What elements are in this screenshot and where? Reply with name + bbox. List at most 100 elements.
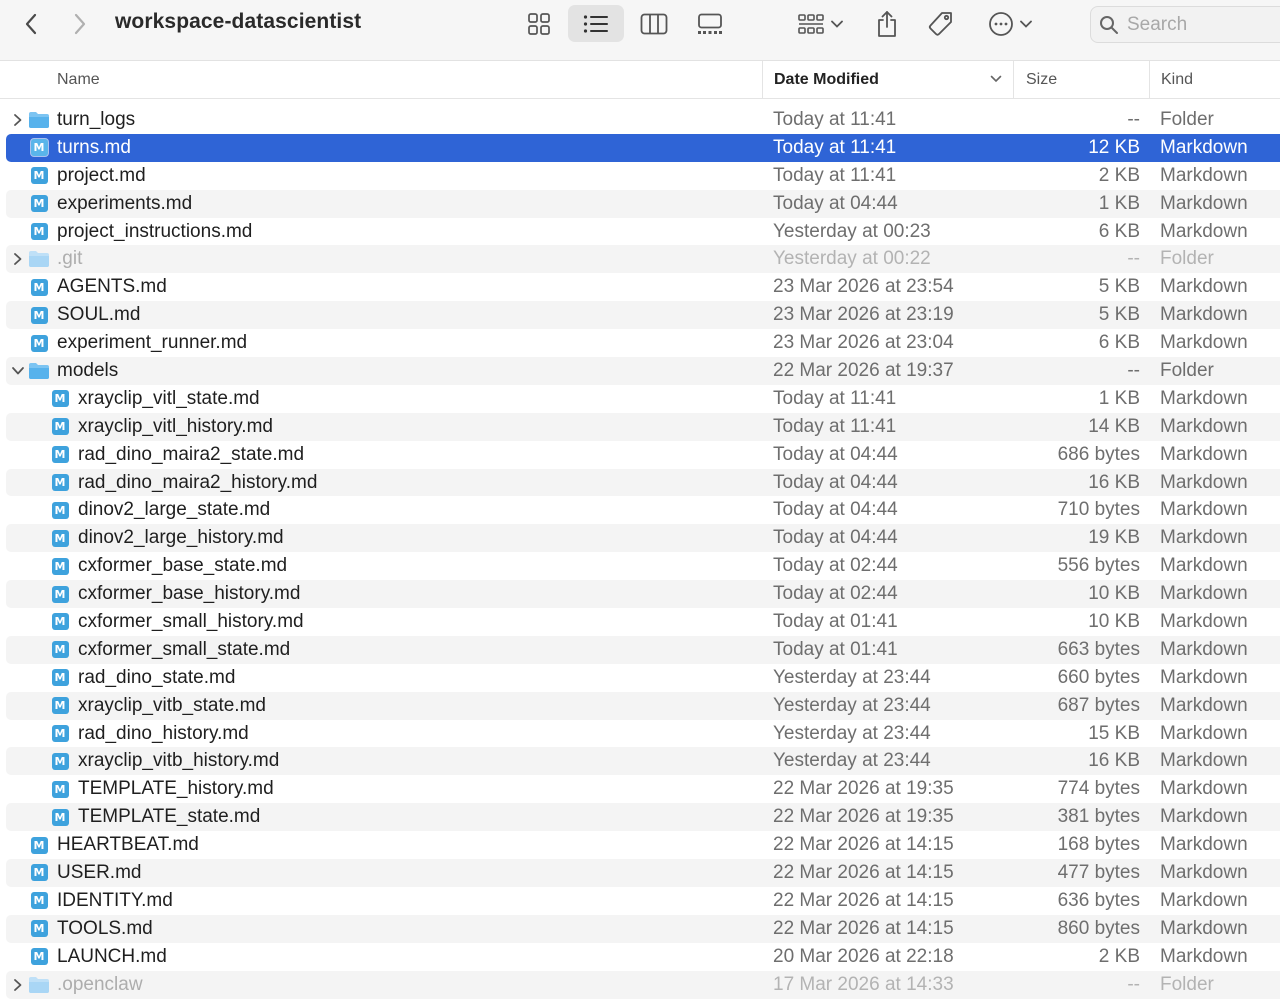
markdown-file-icon: M: [30, 864, 48, 882]
file-row[interactable]: Mcxformer_small_history.md Today at 01:41…: [0, 608, 1280, 636]
file-row[interactable]: Mxrayclip_vitl_state.md Today at 11:41 1 K…: [0, 385, 1280, 413]
file-size: 686 bytes: [1057, 443, 1140, 465]
file-name: AGENTS.md: [57, 276, 167, 298]
disclosure-triangle[interactable]: [10, 245, 26, 273]
search-input[interactable]: [1127, 13, 1267, 36]
folder-row[interactable]: .git Yesterday at 00:22 -- Folder: [0, 245, 1280, 274]
file-name: xrayclip_vitl_history.md: [78, 415, 273, 437]
column-header-size[interactable]: Size: [1013, 61, 1149, 99]
gallery-view-button[interactable]: [690, 5, 730, 42]
forward-button[interactable]: [63, 8, 97, 40]
markdown-file-icon: M: [51, 725, 69, 743]
file-row[interactable]: Mxrayclip_vitb_state.md Yesterday at 23:4…: [0, 691, 1280, 720]
disclosure-chevron-right-icon: [14, 253, 22, 266]
file-row[interactable]: Mrad_dino_maira2_state.md Today at 04:44 6…: [0, 441, 1280, 469]
markdown-file-icon: M: [51, 780, 69, 798]
file-date-modified: 17 Mar 2026 at 14:33: [773, 973, 954, 995]
more-actions-button[interactable]: [982, 5, 1038, 42]
file-row[interactable]: Mxrayclip_vitl_history.md Today at 11:41 1…: [0, 412, 1280, 441]
disclosure-triangle[interactable]: [10, 357, 26, 385]
folder-row[interactable]: turn_logs Today at 11:41 -- Folder: [0, 106, 1280, 134]
file-size: 1 KB: [1098, 192, 1140, 214]
file-row[interactable]: Mxrayclip_vitb_history.md Yesterday at 23…: [0, 747, 1280, 776]
column-view-button[interactable]: [634, 5, 674, 42]
file-row[interactable]: Mrad_dino_maira2_history.md Today at 04:4…: [0, 468, 1280, 497]
column-header-name[interactable]: Name: [57, 61, 100, 99]
file-row[interactable]: M TOOLS.md 22 Mar 2026 at 14:15 860 bytes Ma…: [0, 914, 1280, 943]
folder-row[interactable]: models 22 Mar 2026 at 19:37 -- Folder: [0, 357, 1280, 385]
file-row[interactable]: Mcxformer_base_history.md Today at 02:44 1…: [0, 580, 1280, 608]
file-row[interactable]: Mexperiment_runner.md 23 Mar 2026 at 23:0…: [0, 329, 1280, 357]
file-date-modified: 22 Mar 2026 at 14:15: [773, 861, 954, 883]
icon-view-button[interactable]: [521, 5, 557, 42]
file-row[interactable]: M USER.md 22 Mar 2026 at 14:15 477 bytes Mar…: [0, 859, 1280, 887]
disclosure-triangle[interactable]: [10, 106, 26, 134]
file-row[interactable]: Mrad_dino_state.md Yesterday at 23:44 660 …: [0, 664, 1280, 692]
file-name: cxformer_base_state.md: [78, 555, 288, 577]
column-header-kind[interactable]: Kind: [1149, 61, 1280, 99]
file-row[interactable]: M SOUL.md 23 Mar 2026 at 23:19 5 KB Markdown: [0, 301, 1280, 330]
file-date-modified: Yesterday at 23:44: [773, 694, 931, 716]
file-name: models: [57, 359, 119, 381]
markdown-file-icon-wrap: M: [28, 831, 50, 859]
file-size: 687 bytes: [1057, 694, 1140, 716]
markdown-file-icon: M: [51, 446, 69, 464]
file-row[interactable]: M TEMPLATE_history.md 22 Mar 2026 at 19:35…: [0, 775, 1280, 803]
file-kind: Markdown: [1160, 945, 1248, 967]
markdown-file-icon-wrap: M: [28, 218, 50, 246]
file-row[interactable]: M LAUNCH.md 20 Mar 2026 at 22:18 2 KB Markdo…: [0, 943, 1280, 971]
file-row[interactable]: Mrad_dino_history.md Yesterday at 23:44 15…: [0, 720, 1280, 748]
markdown-file-icon-wrap: M: [49, 664, 71, 692]
markdown-file-icon-wrap: M: [49, 720, 71, 748]
sort-chevron-down-icon[interactable]: [990, 74, 1002, 84]
file-row[interactable]: Mdinov2_large_state.md Today at 04:44 710 …: [0, 496, 1280, 524]
file-date-modified: Today at 02:44: [773, 583, 898, 605]
file-row[interactable]: M IDENTITY.md 22 Mar 2026 at 14:15 636 byte…: [0, 887, 1280, 915]
group-by-button[interactable]: [790, 5, 850, 42]
file-date-modified: Yesterday at 00:23: [773, 220, 931, 242]
markdown-file-icon-wrap: M: [28, 859, 50, 887]
file-row[interactable]: Mproject_instructions.md Yesterday at 00:…: [0, 218, 1280, 246]
back-button[interactable]: [14, 8, 48, 40]
file-row[interactable]: Mproject.md Today at 11:41 2 KB Markdown: [0, 162, 1280, 190]
column-header-date-modified[interactable]: Date Modified: [762, 61, 1012, 99]
folder-row[interactable]: .openclaw 17 Mar 2026 at 14:33 -- Folder: [0, 970, 1280, 999]
chevron-down-icon: [831, 20, 843, 28]
file-name: experiment_runner.md: [57, 332, 248, 354]
folder-icon: [29, 251, 49, 268]
file-row[interactable]: Mexperiments.md Today at 04:44 1 KB Markdow…: [0, 189, 1280, 218]
file-name: cxformer_base_history.md: [78, 583, 301, 605]
markdown-file-icon: M: [30, 167, 48, 185]
file-date-modified: 22 Mar 2026 at 19:35: [773, 806, 954, 828]
columns-view-icon: [640, 13, 668, 34]
file-name: USER.md: [57, 861, 142, 883]
search-field[interactable]: [1090, 6, 1280, 43]
markdown-file-icon-wrap: M: [49, 441, 71, 469]
file-row[interactable]: M TEMPLATE_state.md 22 Mar 2026 at 19:35 38…: [0, 803, 1280, 832]
file-name: project.md: [57, 164, 146, 186]
folder-icon: [29, 976, 49, 993]
file-row[interactable]: Mturns.md Today at 11:41 12 KB Markdown: [0, 133, 1280, 162]
file-kind: Markdown: [1160, 136, 1248, 158]
file-kind: Markdown: [1160, 750, 1248, 772]
folder-icon-wrap: [28, 245, 50, 273]
file-row[interactable]: M HEARTBEAT.md 22 Mar 2026 at 14:15 168 byt…: [0, 831, 1280, 859]
tag-button[interactable]: [922, 5, 960, 42]
file-name: cxformer_small_state.md: [78, 638, 291, 660]
share-button[interactable]: [870, 5, 904, 42]
markdown-file-icon: M: [51, 585, 69, 603]
markdown-file-icon: M: [51, 669, 69, 687]
file-row[interactable]: M AGENTS.md 23 Mar 2026 at 23:54 5 KB Markdo…: [0, 273, 1280, 301]
file-size: 2 KB: [1098, 164, 1140, 186]
file-row[interactable]: Mdinov2_large_history.md Today at 04:44 19…: [0, 524, 1280, 553]
file-name: experiments.md: [57, 192, 193, 214]
file-row[interactable]: Mcxformer_base_state.md Today at 02:44 556…: [0, 552, 1280, 580]
file-row[interactable]: Mcxformer_small_state.md Today at 01:41 66…: [0, 635, 1280, 664]
disclosure-triangle[interactable]: [10, 971, 26, 999]
list-view-button[interactable]: [568, 5, 624, 42]
file-kind: Markdown: [1160, 778, 1248, 800]
column-header: Name Date Modified Size Kind: [0, 61, 1280, 99]
file-date-modified: 22 Mar 2026 at 14:15: [773, 889, 954, 911]
markdown-file-icon: M: [30, 195, 48, 213]
file-date-modified: 22 Mar 2026 at 19:37: [773, 359, 954, 381]
